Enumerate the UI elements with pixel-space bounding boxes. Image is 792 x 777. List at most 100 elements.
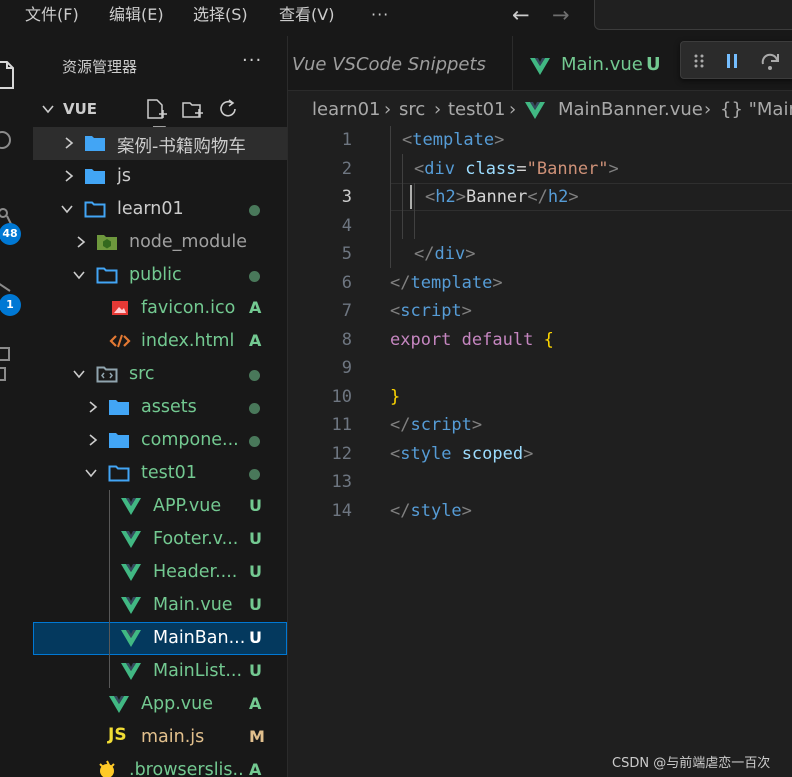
breadcrumb-item[interactable]: test01 (448, 99, 505, 120)
explorer-icon[interactable] (0, 58, 15, 92)
editor-tabs: Vue VSCode Snippets Main.vue U (288, 36, 792, 91)
explorer-more-button[interactable]: ··· (242, 50, 262, 71)
tree-item-file[interactable]: index.html A (33, 325, 287, 358)
tree-item-label: Header.... (153, 562, 238, 582)
chevron-right-icon (65, 170, 74, 182)
code-token: { (543, 330, 554, 350)
git-status: U (249, 496, 262, 515)
menu-file[interactable]: 文件(F) (25, 0, 79, 30)
tree-item-file[interactable]: Main.vue U (33, 589, 287, 622)
git-status: A (249, 331, 262, 350)
tab-vue-snippets[interactable]: Vue VSCode Snippets (288, 36, 512, 91)
git-status: U (249, 661, 262, 680)
tree-item-file[interactable]: Header.... U (33, 556, 287, 589)
vue-file-icon (121, 498, 141, 515)
tree-item-label: test01 (141, 463, 197, 483)
folder-icon (109, 433, 129, 448)
code-line: } (390, 387, 400, 407)
tree-item-folder[interactable]: 案例-书籍购物车 (33, 127, 287, 160)
tree-item-folder[interactable]: js (33, 160, 287, 193)
code-editor[interactable]: 1 2 3 4 5 6 7 8 9 10 11 12 13 14 <templa… (288, 126, 792, 777)
code-line: </template> (390, 273, 503, 293)
breadcrumb-separator-icon: › (704, 99, 712, 120)
search-icon[interactable] (0, 130, 16, 154)
tree-item-file[interactable]: Footer.v... U (33, 523, 287, 556)
pause-icon[interactable] (724, 52, 740, 70)
line-number: 6 (341, 273, 352, 293)
activity-bar: 48 1 (0, 36, 33, 777)
tree-item-folder[interactable]: compone... (33, 424, 287, 457)
tree-item-folder[interactable]: test01 (33, 457, 287, 490)
drag-handle-icon[interactable] (693, 53, 705, 69)
indent-guide (109, 523, 110, 556)
code-token: "Banner" (526, 159, 609, 179)
code-line: <script> (390, 301, 472, 321)
tree-item-file[interactable]: favicon.ico A (33, 292, 287, 325)
step-over-icon[interactable] (760, 51, 782, 71)
git-status: A (249, 694, 262, 713)
tab-label: Main.vue (561, 54, 643, 75)
chevron-down-icon (73, 271, 85, 280)
indent-guide (402, 154, 403, 239)
workspace-section-header[interactable]: VUE (33, 94, 287, 144)
folder-open-icon (108, 465, 130, 482)
refresh-icon[interactable] (217, 98, 241, 120)
title-bar: 文件(F) 编辑(E) 选择(S) 查看(V) ··· ← → (0, 0, 792, 36)
tree-item-folder[interactable]: assets (33, 391, 287, 424)
tree-item-file-selected[interactable]: MainBan... U (33, 622, 287, 655)
code-line: <h2>Banner</h2> (425, 187, 579, 207)
tree-item-label: assets (141, 397, 197, 417)
line-number: 14 (331, 501, 352, 521)
breadcrumb-item[interactable]: src (399, 99, 425, 120)
vue-file-icon (525, 102, 545, 119)
menu-edit[interactable]: 编辑(E) (109, 0, 164, 30)
code-token: script (410, 415, 472, 435)
code-line: </style> (390, 501, 472, 521)
extensions-icon[interactable] (0, 346, 14, 386)
back-arrow-icon[interactable]: ← (512, 1, 530, 29)
indent-guide (390, 126, 391, 268)
vue-file-icon (109, 696, 129, 713)
tree-item-folder[interactable]: src (33, 358, 287, 391)
tab-main-vue[interactable]: Main.vue U (512, 36, 680, 91)
code-token: export (390, 330, 452, 350)
tree-item-file[interactable]: .browserslis... A (33, 754, 287, 777)
vue-file-icon (121, 564, 141, 581)
tree-item-folder[interactable]: learn01 (33, 193, 287, 226)
chevron-down-icon (73, 370, 85, 379)
breadcrumb-item[interactable]: MainBanner.vue (558, 99, 703, 120)
menu-view[interactable]: 查看(V) (279, 0, 334, 30)
command-center[interactable] (594, 0, 792, 30)
code-token: template (410, 273, 493, 293)
git-status: M (249, 727, 265, 746)
code-line: </script> (390, 415, 483, 435)
indent-guide (109, 622, 110, 655)
status-dot (249, 469, 260, 480)
git-status: U (249, 628, 262, 647)
indent-guide (109, 655, 110, 688)
tree-item-label: compone... (141, 430, 239, 450)
vue-file-icon (530, 58, 550, 75)
chevron-down-icon (42, 105, 54, 114)
new-file-icon[interactable] (145, 98, 169, 120)
tree-item-label: App.vue (141, 694, 213, 714)
folder-open-icon (84, 201, 106, 218)
tree-item-file[interactable]: JS main.js M (33, 721, 287, 754)
menu-selection[interactable]: 选择(S) (193, 0, 248, 30)
git-status: A (249, 298, 262, 317)
tree-item-folder[interactable]: public (33, 259, 287, 292)
tree-item-folder[interactable]: node_modules (33, 226, 287, 259)
tree-item-file[interactable]: App.vue A (33, 688, 287, 721)
forward-arrow-icon[interactable]: → (552, 1, 570, 29)
browserslist-config-icon (99, 760, 115, 777)
tree-item-file[interactable]: APP.vue U (33, 490, 287, 523)
indent-guide (414, 183, 415, 239)
breadcrumb-item[interactable]: {} "Main (720, 99, 792, 120)
breadcrumb-separator-icon: › (509, 99, 517, 120)
new-folder-icon[interactable] (181, 98, 205, 120)
breadcrumb-item[interactable]: learn01 (312, 99, 381, 120)
menu-more[interactable]: ··· (371, 0, 389, 30)
source-control-badge: 48 (0, 223, 21, 245)
code-line: <template> (402, 130, 505, 150)
tree-item-file[interactable]: MainList... U (33, 655, 287, 688)
